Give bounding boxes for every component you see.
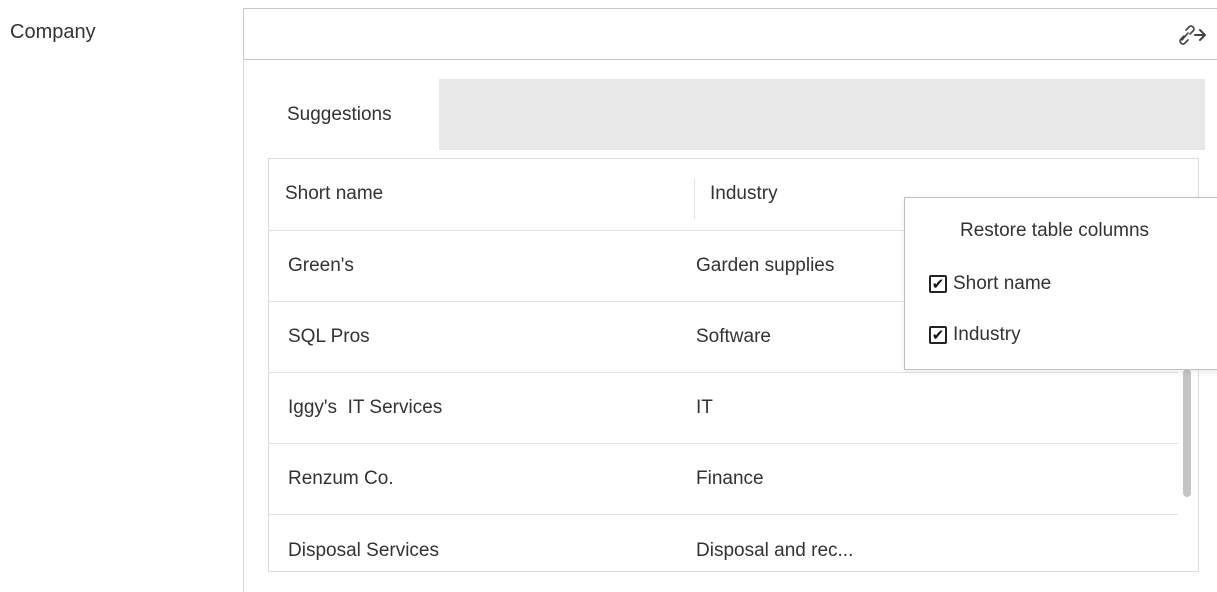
table-row[interactable]: Disposal Services Disposal and rec... xyxy=(269,515,1178,571)
cell-industry: IT xyxy=(696,397,713,418)
column-header-short-name[interactable]: Short name xyxy=(285,183,383,205)
cell-short-name: Renzum Co. xyxy=(288,468,394,489)
column-header-industry[interactable]: Industry xyxy=(710,183,778,205)
cell-industry: Software xyxy=(696,326,771,347)
cell-industry: Finance xyxy=(696,468,764,489)
cell-industry: Garden supplies xyxy=(696,255,835,276)
option-label: Short name xyxy=(953,273,1052,294)
cell-short-name: Iggy's IT Services xyxy=(288,397,443,418)
cell-industry: Disposal and rec... xyxy=(696,539,854,561)
option-label: Industry xyxy=(953,324,1021,345)
table-row[interactable]: Iggy's IT Services IT xyxy=(269,373,1178,444)
page: Company Suggestions Short name Industry … xyxy=(0,0,1217,592)
column-divider[interactable] xyxy=(694,179,695,219)
restore-columns-popup: Restore table columns ✔ Short name ✔ Ind… xyxy=(904,197,1217,370)
checkbox-short-name[interactable]: ✔ xyxy=(929,275,947,293)
checkbox-industry[interactable]: ✔ xyxy=(929,326,947,344)
cell-short-name: Green's xyxy=(288,255,354,276)
table-scrollbar[interactable] xyxy=(1183,369,1191,497)
cell-short-name: Disposal Services xyxy=(288,539,439,561)
tab-suggestions[interactable]: Suggestions xyxy=(265,79,439,150)
company-input[interactable] xyxy=(243,8,1217,60)
tab-strip: Suggestions xyxy=(265,79,1205,150)
company-label: Company xyxy=(10,21,96,43)
popup-title: Restore table columns xyxy=(960,220,1150,241)
table-row[interactable]: Renzum Co. Finance xyxy=(269,444,1178,515)
column-option-short-name[interactable]: ✔ Short name xyxy=(929,271,1051,297)
column-option-industry[interactable]: ✔ Industry xyxy=(929,322,1021,348)
link-arrow-icon[interactable] xyxy=(1178,23,1206,47)
dropdown-border xyxy=(243,60,244,592)
cell-short-name: SQL Pros xyxy=(288,326,370,347)
